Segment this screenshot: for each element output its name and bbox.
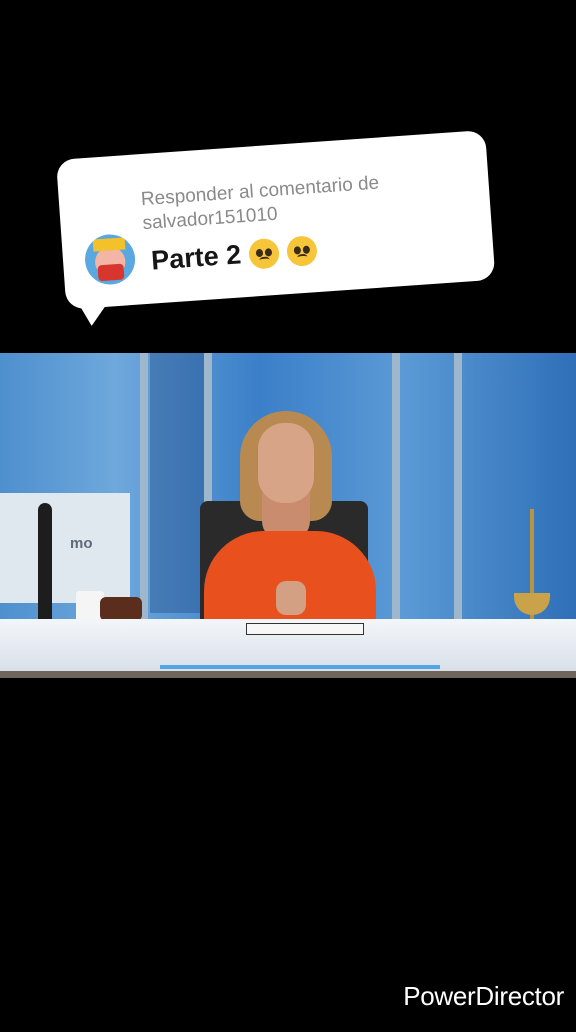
papers <box>246 623 364 635</box>
reply-comment-sticker[interactable]: Responder al comentario de salvador15101… <box>56 130 496 327</box>
justice-scale-icon <box>512 509 552 633</box>
gavel-icon <box>100 597 142 621</box>
commenter-avatar <box>83 232 137 287</box>
statue <box>38 503 52 631</box>
reply-title-row: Parte 2 <box>150 234 318 277</box>
backdrop-divider <box>140 353 148 623</box>
watermark: PowerDirector <box>403 981 564 1011</box>
sticker-tail <box>80 304 108 327</box>
video-frame[interactable]: mo <box>0 353 576 678</box>
pleading-face-icon <box>285 234 318 267</box>
backdrop-divider <box>392 353 400 623</box>
host-face <box>258 423 314 503</box>
backdrop-text: mo <box>70 535 93 552</box>
backdrop-divider <box>454 353 462 623</box>
desk-base <box>0 671 576 678</box>
reply-label: Responder al comentario de salvador15101… <box>140 172 380 235</box>
backdrop-sign: mo <box>0 493 130 603</box>
host-hands <box>276 581 306 615</box>
pleading-face-icon <box>248 237 281 270</box>
reply-title: Parte 2 <box>150 239 243 276</box>
desk-light-stripe <box>160 665 440 669</box>
